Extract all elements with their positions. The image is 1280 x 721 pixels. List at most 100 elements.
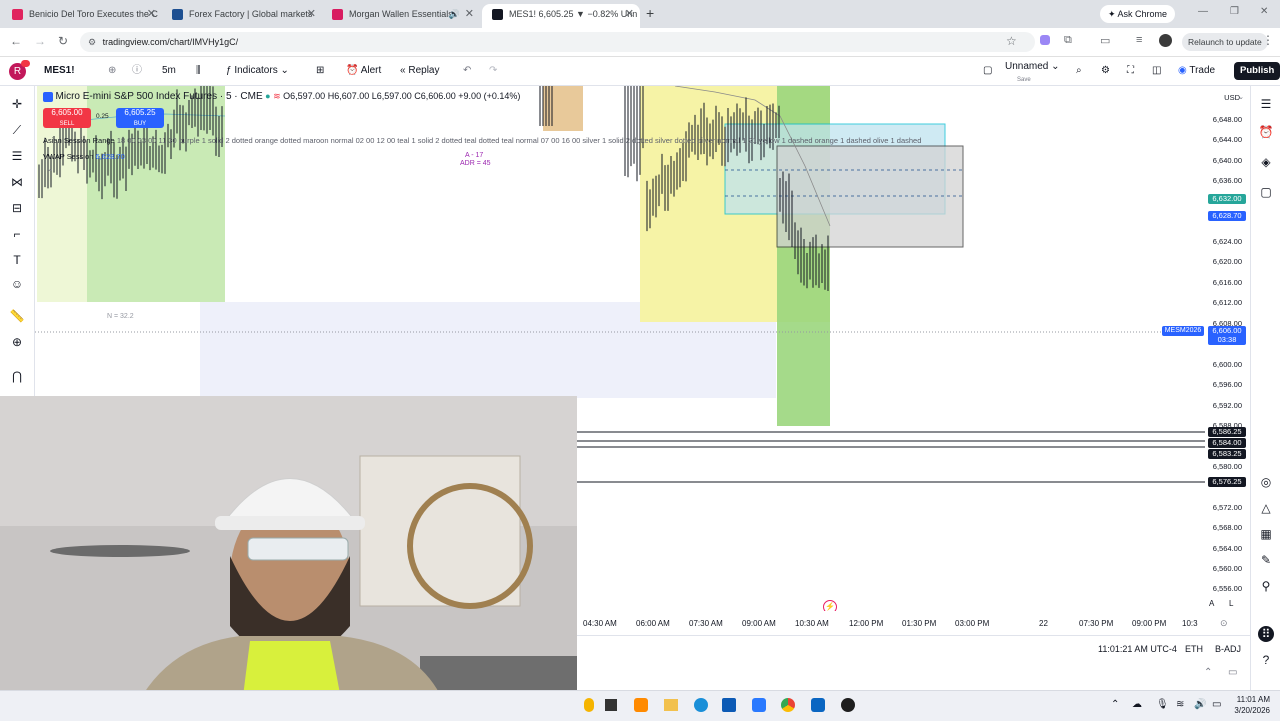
auto-scale-button[interactable]: A [1209, 599, 1214, 608]
close-tab-icon[interactable]: ✕ [147, 4, 156, 24]
settings-icon[interactable]: ⚙ [1101, 57, 1110, 85]
session-toggle[interactable]: ETH [1185, 644, 1203, 654]
publish-button[interactable]: Publish [1234, 62, 1280, 80]
hotlist-icon[interactable]: ⚲ [1258, 578, 1274, 594]
goto-date-icon[interactable]: ⊙ [1220, 618, 1228, 629]
redo-icon[interactable]: ↷ [489, 57, 497, 85]
trend-line-icon[interactable]: ⟋ [9, 122, 25, 138]
maximize-icon[interactable]: ❐ [1230, 6, 1239, 17]
close-tab-icon[interactable]: ✕ [307, 4, 316, 24]
replay-button[interactable]: « Replay [400, 57, 439, 85]
tray-chevron-icon[interactable]: ⌃ [1111, 699, 1119, 710]
fib-retracement-icon[interactable]: ☰ [9, 148, 25, 164]
chart-clock[interactable]: 11:01:21 AM UTC-4 [1098, 644, 1177, 654]
templates-icon[interactable]: ⊞ [316, 57, 324, 85]
puzzle-icon[interactable]: ⧉ [1064, 34, 1072, 47]
task-view-icon[interactable] [605, 699, 617, 711]
asian-range-indicator[interactable]: Asian Session Range 18 00 03 00 11 30 pu… [43, 136, 921, 145]
maximize-panel-icon[interactable]: ▭ [1228, 667, 1237, 678]
undo-icon[interactable]: ↶ [463, 57, 471, 85]
close-window-icon[interactable]: ✕ [1260, 6, 1268, 17]
split-view-icon[interactable]: ▭ [1100, 34, 1110, 47]
chrome-menu-icon[interactable]: ⋮ [1262, 33, 1274, 47]
price-scale[interactable]: USD ⌄ 6,648.00 6,644.00 6,640.00 6,636.00 6,… [1205, 86, 1250, 611]
volume-icon[interactable]: 🔊 [1194, 699, 1206, 710]
crosshair-icon[interactable]: ✛ [9, 96, 25, 112]
back-icon[interactable]: ← [10, 34, 22, 48]
compare-icon[interactable]: ⊕ [108, 57, 116, 85]
layout-icon[interactable]: ▢ [983, 57, 992, 85]
mic-icon[interactable]: 🎙 [1156, 699, 1169, 710]
snapshot-icon[interactable]: ◫ [1152, 57, 1161, 85]
bookmark-star-icon[interactable]: ☆ [1006, 34, 1017, 48]
store-icon[interactable] [722, 698, 736, 712]
file-explorer-icon[interactable] [664, 699, 678, 711]
chrome-icon[interactable] [781, 698, 795, 712]
log-scale-button[interactable]: L [1229, 599, 1233, 608]
buy-button[interactable]: 6,605.25 BUY [116, 108, 164, 128]
collapse-legend-icon[interactable]: ⌃ [47, 168, 54, 177]
emoji-icon[interactable]: ☺ [9, 276, 25, 292]
browser-tab-4-active[interactable]: MES1! 6,605.25 ▼ −0.82% Unn ✕ [482, 4, 640, 28]
apps-grid-icon[interactable]: ⠿ [1258, 626, 1274, 642]
wifi-icon[interactable]: ≋ [1176, 699, 1184, 710]
new-tab-icon[interactable]: + [646, 5, 654, 21]
target-icon[interactable]: ◎ [1258, 474, 1274, 490]
layers-icon[interactable]: ◈ [1258, 154, 1274, 170]
event-marker-icon[interactable]: ⚡ [823, 600, 837, 611]
interval-button[interactable]: 5m [162, 57, 176, 85]
time-scale[interactable]: 04:30 AM 06:00 AM 07:30 AM 09:00 AM 10:30 AM… [577, 611, 1205, 635]
candle-style-icon[interactable]: ⫼ [196, 57, 201, 85]
ruler-icon[interactable]: 📏 [9, 308, 25, 324]
minimize-icon[interactable]: — [1198, 6, 1208, 17]
watchlist-icon[interactable]: ☰ [1258, 96, 1274, 112]
profile-avatar[interactable] [1159, 34, 1172, 47]
alert-button[interactable]: ⏰ Alert [346, 57, 381, 85]
messaging-icon[interactable] [811, 698, 825, 712]
currency-chevron-icon[interactable]: ⌄ [1238, 93, 1244, 101]
pattern-icon[interactable]: ⋈ [9, 174, 25, 190]
vwap-indicator[interactable]: VWAP Session 6,628.70 [43, 152, 125, 161]
close-tab-icon[interactable]: ✕ [465, 4, 474, 24]
fullscreen-icon[interactable]: ⛶ [1127, 57, 1134, 85]
projection-icon[interactable]: ⊟ [9, 200, 25, 216]
trade-button[interactable]: ◉ Trade [1178, 57, 1215, 85]
calendar-icon[interactable]: ▦ [1258, 526, 1274, 542]
browser-tab-3[interactable]: Morgan Wallen Essentials 🔊 ✕ [322, 4, 480, 28]
zoom-in-icon[interactable]: ⊕ [9, 334, 25, 350]
help-icon[interactable]: ? [1258, 652, 1274, 668]
ask-chrome-button[interactable]: ✦ Ask Chrome [1100, 5, 1176, 23]
cloud-icon[interactable]: ☁ [1132, 699, 1142, 710]
notes-icon[interactable]: ✎ [1258, 552, 1274, 568]
taskbar-clock[interactable]: 11:01 AM 3/20/2026 [1230, 694, 1270, 716]
sell-button[interactable]: 6,605.00 SELL [43, 108, 91, 128]
alerts-icon[interactable]: ⏰ [1258, 124, 1274, 140]
symbol-search-button[interactable]: MES1! [44, 57, 75, 85]
app-icon-1[interactable] [584, 698, 594, 712]
browser-tab-2[interactable]: Forex Factory | Global markets ✕ [162, 4, 322, 28]
ideas-icon[interactable]: △ [1258, 500, 1274, 516]
adjustment-toggle[interactable]: B-ADJ [1215, 644, 1241, 654]
app-icon-6[interactable] [752, 698, 766, 712]
forward-icon[interactable]: → [34, 34, 46, 48]
brush-icon[interactable]: ⌐ [9, 226, 25, 242]
extension-icon[interactable] [1040, 35, 1050, 45]
close-tab-icon[interactable]: ✕ [625, 4, 634, 24]
media-icon[interactable]: ≡ [1136, 34, 1142, 46]
site-info-icon[interactable]: ⚙ [88, 37, 96, 47]
info-icon[interactable]: ⓘ [132, 57, 142, 85]
app-icon-9[interactable] [841, 698, 855, 712]
indicators-button[interactable]: ƒ Indicators ⌄ [226, 57, 289, 85]
collapse-panel-icon[interactable]: ⌃ [1204, 667, 1212, 678]
layout-name-button[interactable]: Unnamed ⌄ Save [1005, 61, 1060, 89]
quick-search-icon[interactable]: ⌕ [1076, 57, 1082, 85]
battery-icon[interactable]: ▭ [1212, 699, 1221, 710]
edge-icon[interactable] [694, 698, 708, 712]
magnet-icon[interactable]: ⋂ [9, 368, 25, 384]
chat-icon[interactable]: ▢ [1258, 184, 1274, 200]
reload-icon[interactable]: ↻ [58, 34, 68, 48]
url-field[interactable]: ⚙ tradingview.com/chart/IMVHy1gC/ [80, 32, 1035, 52]
copilot-icon[interactable] [634, 698, 648, 712]
text-tool-icon[interactable]: T [9, 252, 25, 268]
browser-tab-1[interactable]: Benicio Del Toro Executes the C ✕ [2, 4, 162, 28]
